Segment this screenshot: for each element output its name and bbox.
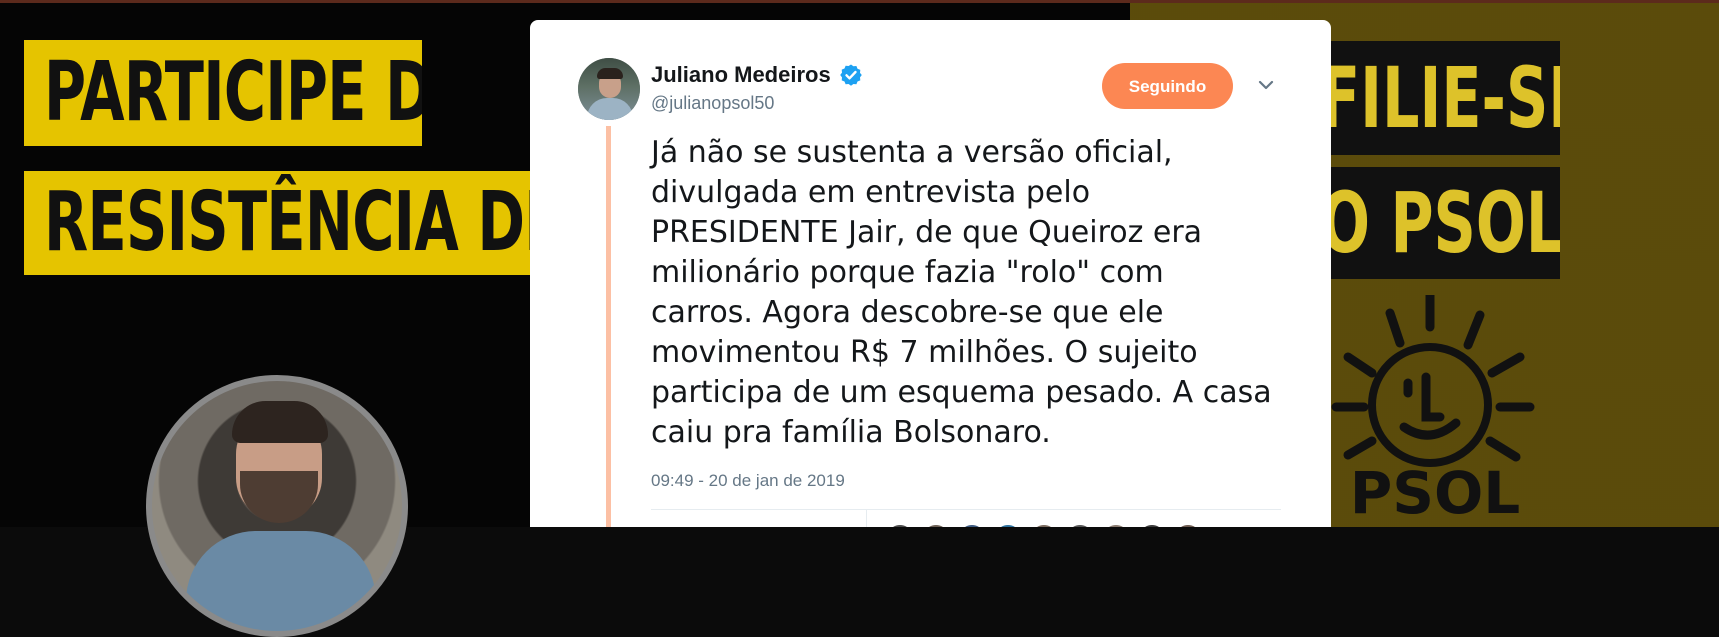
liker-avatar[interactable] [1065, 523, 1095, 527]
author-display-name[interactable]: Juliano Medeiros [651, 62, 831, 88]
author-avatar[interactable] [578, 58, 640, 120]
following-button[interactable]: Seguindo [1102, 63, 1233, 109]
liker-avatar[interactable] [1101, 523, 1131, 527]
verified-badge-icon [840, 64, 862, 86]
liker-avatar[interactable] [957, 523, 987, 527]
liker-avatar[interactable] [993, 523, 1023, 527]
logo-text: PSOL [1350, 459, 1521, 525]
profile-photo-shirt [186, 531, 376, 631]
profile-photo[interactable] [146, 375, 408, 637]
author-handle[interactable]: @julianopsol50 [651, 93, 774, 114]
tweet-card: Juliano Medeiros @julianopsol50 Seguindo… [530, 20, 1331, 527]
banner-line: PARTICIPE DA [44, 45, 422, 140]
liker-avatars [885, 523, 1215, 527]
stats-divider [651, 509, 1281, 510]
banner-text-resistencia: RESISTÊNCIA DEMO [24, 171, 544, 275]
banner-line: RESISTÊNCIA DEMO [44, 175, 544, 270]
stats-divider-vertical [866, 510, 867, 527]
profile-photo-beard [240, 471, 318, 523]
liker-avatar[interactable] [1029, 523, 1059, 527]
profile-photo-hair [232, 401, 328, 443]
liker-avatar[interactable] [921, 523, 951, 527]
liker-avatar[interactable] [885, 523, 915, 527]
liker-avatar[interactable] [1137, 523, 1167, 527]
banner-line: FILIE-SE [1320, 49, 1560, 147]
psol-sun-logo: PSOL [1331, 295, 1535, 525]
liker-avatar[interactable] [1173, 523, 1203, 527]
avatar-hair [597, 68, 623, 79]
banner-text-participe: PARTICIPE DA [24, 40, 422, 146]
tweet-text: Já não se sustenta a versão oficial, div… [651, 135, 1272, 450]
banner-text-psol: O PSOL! [1300, 167, 1560, 279]
chevron-down-icon[interactable] [1256, 75, 1276, 95]
banner-line: O PSOL! [1320, 174, 1560, 272]
banner-text-filie: FILIE-SE [1300, 41, 1560, 155]
thread-line [606, 126, 611, 527]
tweet-timestamp[interactable]: 09:49 - 20 de jan de 2019 [651, 471, 845, 491]
